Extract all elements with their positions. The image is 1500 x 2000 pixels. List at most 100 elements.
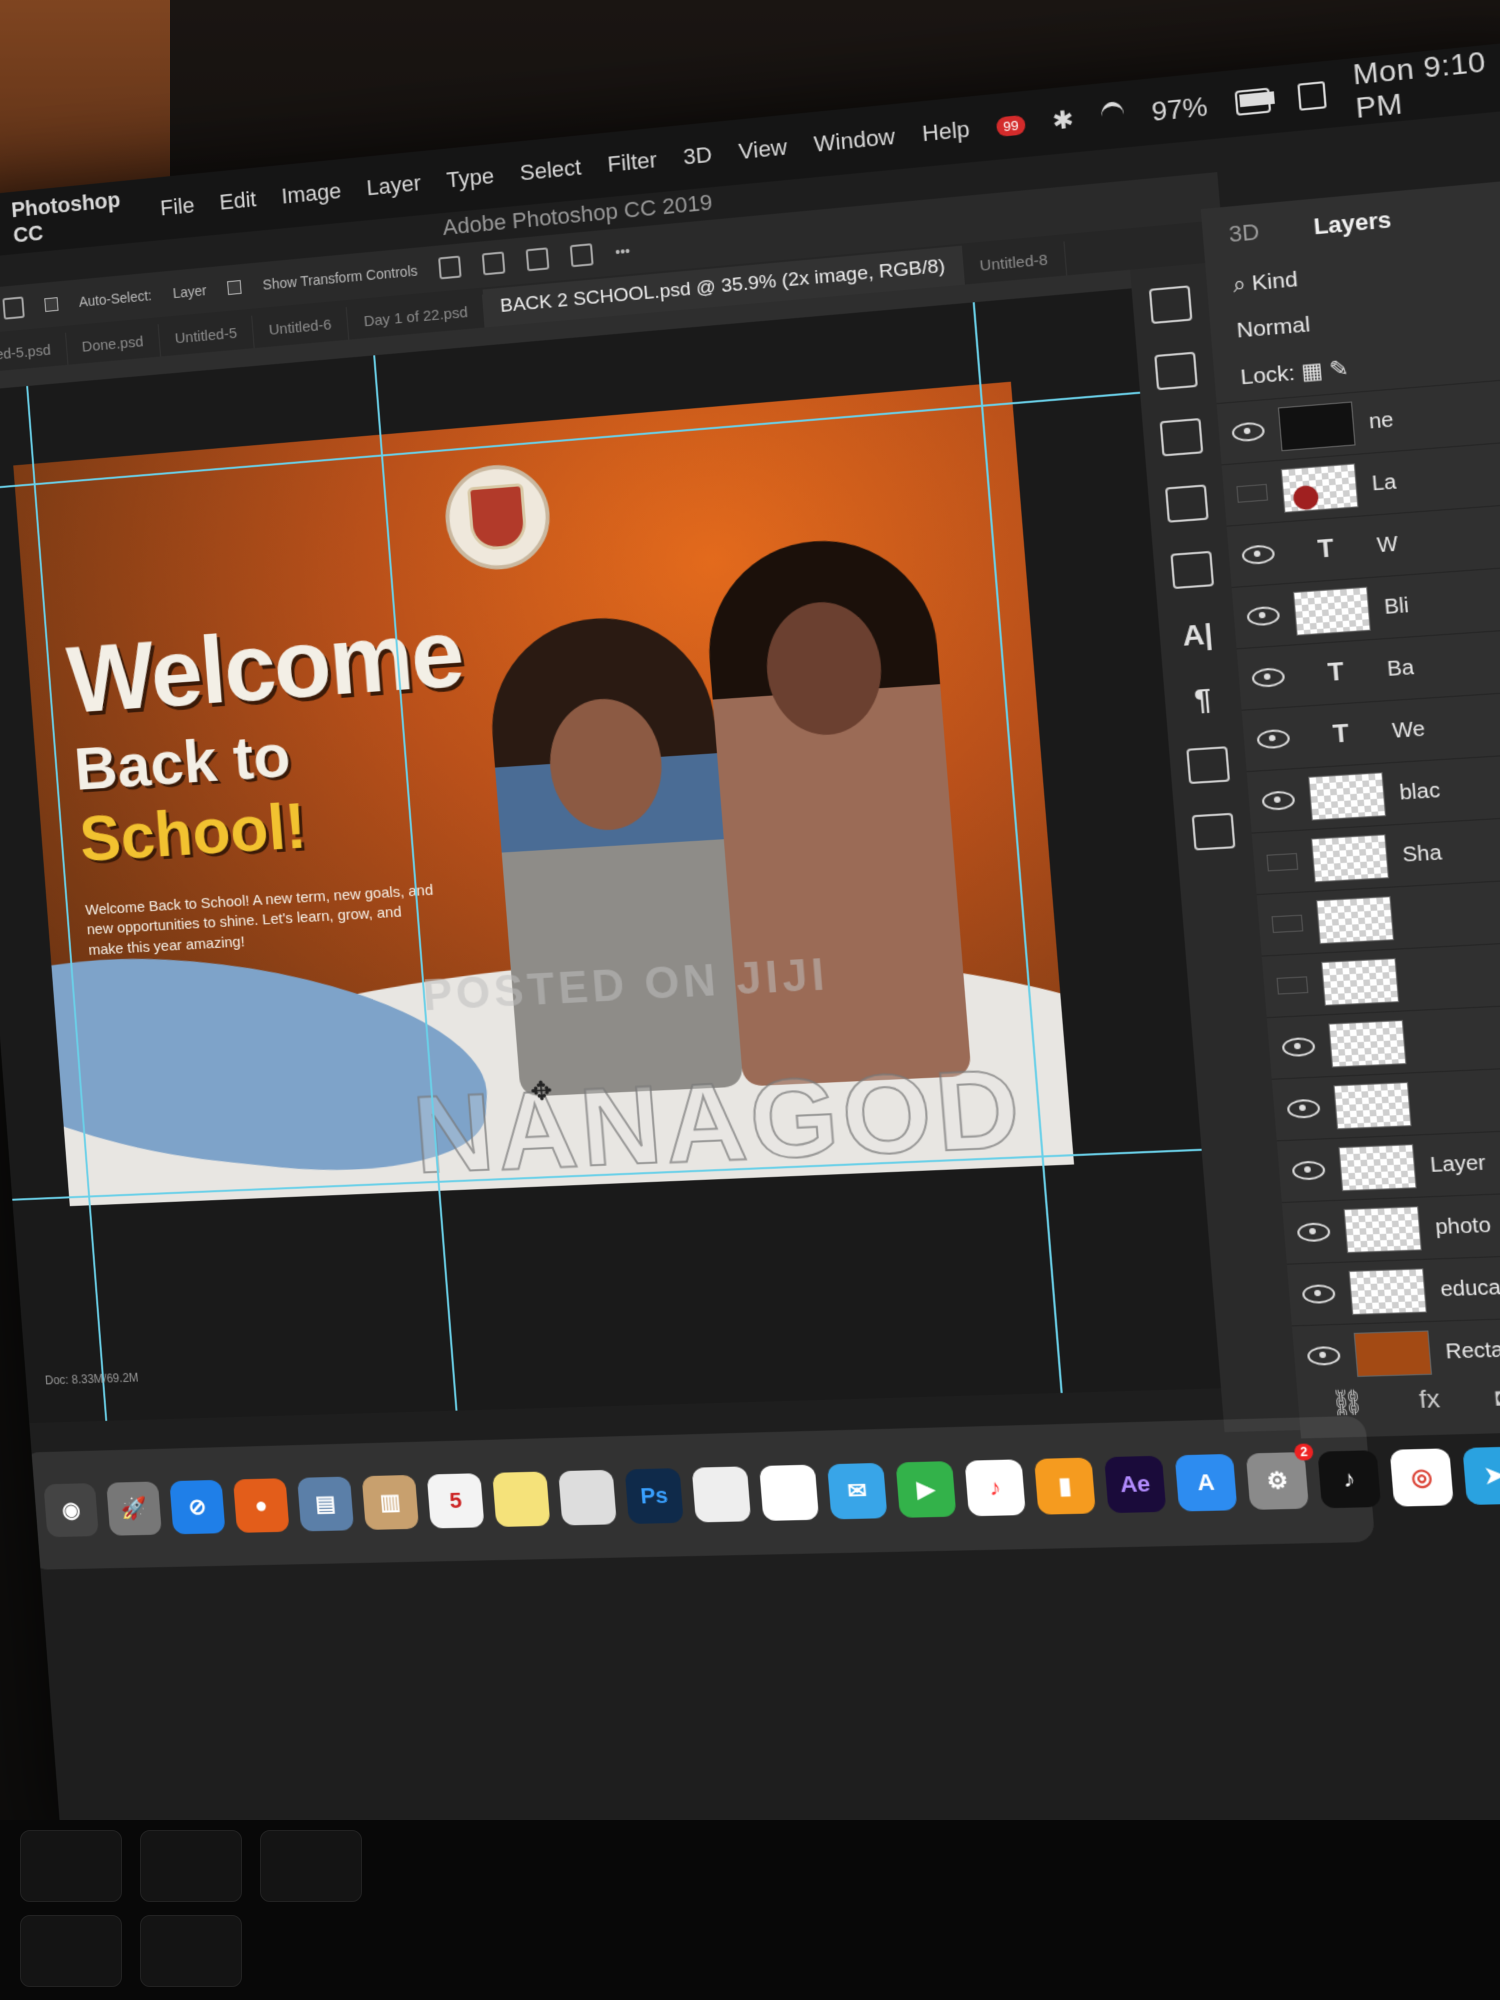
link-icon[interactable]: ⛓ <box>1330 1387 1366 1418</box>
text-layer-icon[interactable]: T <box>1303 711 1379 757</box>
layer-thumbnail[interactable] <box>1277 401 1356 452</box>
after-effects-icon[interactable]: Ae <box>1104 1455 1167 1514</box>
creative-cloud-icon[interactable] <box>1191 812 1236 851</box>
notes-folder-icon[interactable]: ▥ <box>361 1474 420 1530</box>
launchpad-icon[interactable]: 🚀 <box>106 1481 162 1536</box>
eye-icon[interactable] <box>1291 1160 1326 1181</box>
distribute-icon[interactable] <box>570 243 594 268</box>
layer-thumbnail[interactable] <box>1321 958 1400 1006</box>
layer-name[interactable]: photo <box>1434 1213 1491 1239</box>
menu-edit[interactable]: Edit <box>219 186 258 215</box>
eye-icon[interactable] <box>1261 790 1296 811</box>
layer-thumbnail[interactable] <box>1333 1082 1412 1130</box>
layer-name[interactable]: We <box>1391 717 1426 743</box>
script-editor-icon[interactable] <box>558 1469 617 1526</box>
photos-icon[interactable]: ✿ <box>759 1464 820 1521</box>
layer-name[interactable]: Sha <box>1402 841 1443 867</box>
layer-name[interactable]: ne <box>1368 408 1394 434</box>
auto-select-dropdown[interactable]: Layer <box>172 282 207 301</box>
text-layer-icon[interactable]: T <box>1288 526 1363 573</box>
wifi-icon[interactable] <box>1100 100 1125 130</box>
photoshop-icon[interactable]: Ps <box>624 1468 684 1525</box>
layer-thumbnail[interactable] <box>1353 1330 1433 1377</box>
character-icon[interactable]: A| <box>1181 618 1214 653</box>
firefox-icon[interactable]: ● <box>233 1478 290 1533</box>
stickies-icon[interactable] <box>492 1471 551 1528</box>
mask-icon[interactable]: ◘ <box>1494 1383 1500 1414</box>
layer-name[interactable]: La <box>1371 470 1397 496</box>
visibility-off-icon[interactable] <box>1276 976 1309 995</box>
eye-icon[interactable] <box>1246 605 1281 627</box>
menu-window[interactable]: Window <box>813 124 896 158</box>
visibility-off-icon[interactable] <box>1236 483 1269 503</box>
menu-type[interactable]: Type <box>446 163 495 194</box>
layer-thumbnail[interactable] <box>1328 1019 1407 1068</box>
menu-image[interactable]: Image <box>280 178 342 209</box>
music-icon[interactable]: ♪ <box>964 1459 1026 1517</box>
doc-size-info[interactable]: Doc: 8.33M/69.2M <box>45 1371 139 1388</box>
fx-button[interactable]: fx <box>1418 1385 1441 1416</box>
layer-row[interactable]: Rectan <box>1291 1313 1500 1388</box>
eye-icon[interactable] <box>1256 728 1291 750</box>
layer-name[interactable]: Rectan <box>1445 1338 1500 1364</box>
layer-thumbnail[interactable] <box>1316 896 1395 945</box>
tab-3d[interactable]: 3D <box>1228 219 1261 249</box>
canvas-area[interactable]: Welcome Back to School! Welcome Back to … <box>0 288 1221 1424</box>
transform-controls-checkbox[interactable] <box>227 279 242 296</box>
adjustments-icon[interactable] <box>1165 484 1209 523</box>
move-tool-icon[interactable] <box>2 296 25 320</box>
visibility-off-icon[interactable] <box>1271 914 1304 933</box>
messages-icon[interactable]: ✉ <box>827 1462 888 1520</box>
menu-help[interactable]: Help <box>921 116 971 147</box>
layer-name[interactable]: educa <box>1440 1276 1500 1302</box>
menubar-clock[interactable]: Mon 9:10 PM <box>1351 45 1490 125</box>
siri-icon[interactable]: ◉ <box>43 1483 99 1538</box>
layer-thumbnail[interactable] <box>1293 586 1371 636</box>
battery-icon[interactable] <box>1234 87 1272 116</box>
bluetooth-icon[interactable]: ✱ <box>1051 104 1075 136</box>
menu-file[interactable]: File <box>159 193 195 222</box>
align-left-icon[interactable] <box>438 255 462 280</box>
eye-icon[interactable] <box>1241 544 1276 566</box>
kind-dropdown[interactable]: Kind <box>1251 267 1299 295</box>
layer-thumbnail[interactable] <box>1311 834 1389 883</box>
eye-icon[interactable] <box>1251 667 1286 689</box>
eye-icon[interactable] <box>1301 1284 1336 1305</box>
auto-select-checkbox[interactable] <box>44 297 59 312</box>
app-store-icon[interactable]: A <box>1174 1453 1238 1512</box>
eye-icon[interactable] <box>1296 1222 1331 1243</box>
history-icon[interactable] <box>1148 285 1193 325</box>
3d-cube-icon[interactable] <box>1154 351 1198 391</box>
chrome-icon[interactable]: ◎ <box>1389 1448 1454 1507</box>
align-center-icon[interactable] <box>482 251 506 276</box>
layer-thumbnail[interactable] <box>1348 1268 1427 1316</box>
tools-icon[interactable] <box>1186 746 1231 785</box>
lock-transparency-icon[interactable]: ▦ <box>1300 359 1324 385</box>
telegram-icon[interactable]: ➤ 99 <box>1462 1446 1500 1506</box>
menu-filter[interactable]: Filter <box>606 147 658 178</box>
layer-name[interactable]: blac <box>1399 779 1441 806</box>
facetime-icon[interactable]: ▶ <box>895 1461 957 1518</box>
eye-icon[interactable] <box>1286 1098 1321 1119</box>
layer-row[interactable]: educa <box>1286 1250 1500 1326</box>
layer-name[interactable]: Layer <box>1429 1151 1486 1178</box>
layer-name[interactable]: W <box>1376 532 1399 558</box>
tab-layers[interactable]: Layers <box>1312 206 1392 240</box>
lock-brush-icon[interactable]: ✎ <box>1328 357 1349 383</box>
layer-thumbnail[interactable] <box>1343 1206 1422 1254</box>
tiktok-icon[interactable]: ♪ <box>1317 1450 1382 1509</box>
eye-icon[interactable] <box>1281 1036 1316 1058</box>
more-options-icon[interactable]: ••• <box>615 243 631 260</box>
layer-name[interactable]: Bli <box>1383 594 1409 620</box>
safari-icon[interactable]: ⊘ <box>169 1479 226 1535</box>
app-name-menu[interactable]: Photoshop CC <box>10 186 137 249</box>
text-layer-icon[interactable]: T <box>1298 650 1374 697</box>
textedit-icon[interactable] <box>691 1466 752 1523</box>
calendar-icon[interactable]: 5 <box>426 1473 485 1529</box>
notification-badge[interactable]: 99 <box>996 114 1026 137</box>
layer-name[interactable]: Ba <box>1386 656 1415 682</box>
books-icon[interactable]: ▮ <box>1034 1457 1096 1515</box>
eye-icon[interactable] <box>1231 421 1266 443</box>
layer-thumbnail[interactable] <box>1280 463 1359 513</box>
stamp-icon[interactable] <box>1170 550 1215 590</box>
